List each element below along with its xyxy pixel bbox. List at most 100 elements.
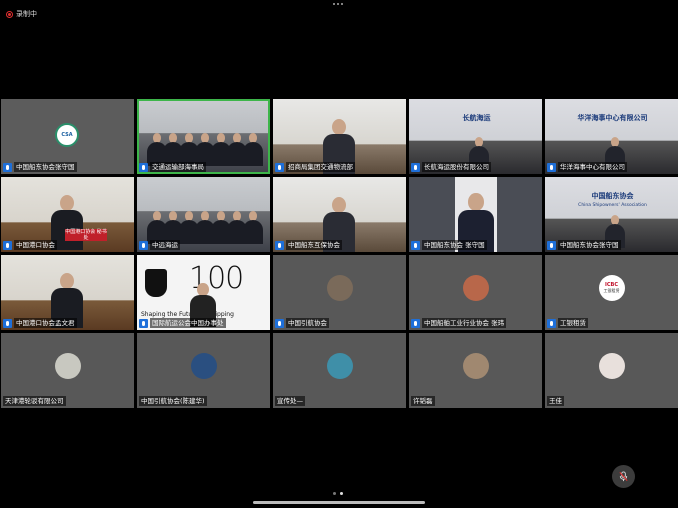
participant-tile[interactable]: 长航海运长航海运股份有限公司	[409, 99, 542, 174]
microphone-icon	[139, 162, 148, 172]
participant-name: 天津港轮驳有限公司	[3, 396, 66, 406]
microphone-icon	[547, 162, 556, 172]
participant-tile[interactable]: 中国引航协会(陈建华)	[137, 333, 270, 408]
participant-label: 招商局集团交通物流部	[275, 162, 355, 172]
participant-name: 王佳	[547, 396, 564, 406]
participant-name: 工银租赁	[558, 318, 588, 328]
participant-name: 交通运输部海事局	[150, 162, 206, 172]
microphone-icon	[275, 318, 284, 328]
participant-tile[interactable]: ICBC 工银租赁 工银租赁	[545, 255, 678, 330]
banner-text: 华洋海事中心有限公司	[577, 114, 648, 122]
csa-logo: CSA	[55, 123, 79, 147]
home-indicator	[253, 501, 425, 504]
microphone-icon	[547, 240, 556, 250]
more-dots-icon[interactable]	[333, 3, 343, 5]
microphone-icon	[411, 240, 420, 250]
participant-label: 中国港口协会孟文君	[3, 318, 77, 328]
participant-label: 王佳	[547, 396, 564, 406]
participant-name: 长航海运股份有限公司	[422, 162, 491, 172]
participant-label: 中远海运	[139, 240, 180, 250]
participant-label: 国际航运公会中国办事处	[139, 318, 226, 328]
participant-tile[interactable]: 中国船东协会 张守国	[409, 177, 542, 252]
participant-name: 中国港口协会孟文君	[14, 318, 77, 328]
participant-label: 天津港轮驳有限公司	[3, 396, 66, 406]
participant-name: 招商局集团交通物流部	[286, 162, 355, 172]
participant-name: 许韬磊	[411, 396, 435, 406]
participant-tile[interactable]: 中远海运	[137, 177, 270, 252]
banner-subtext: China Shipowners' Association	[578, 203, 647, 208]
participant-label: 中国船东协会 张守国	[411, 240, 487, 250]
participant-name: 中国船舶工业行业协会 张玮	[422, 318, 507, 328]
participant-tile[interactable]: 华洋海事中心有限公司 华洋海事中心有限公司	[545, 99, 678, 174]
participant-label: 长航海运股份有限公司	[411, 162, 491, 172]
participant-label: 中国引航协会	[275, 318, 329, 328]
participant-name: 中远海运	[150, 240, 180, 250]
page-indicator[interactable]	[333, 492, 343, 495]
participant-name: 中国船东互保协会	[286, 240, 342, 250]
icbc-logo: ICBC 工银租赁	[598, 275, 625, 301]
participant-label: 中国引航协会(陈建华)	[139, 396, 207, 406]
participant-tile[interactable]: 招商局集团交通物流部	[273, 99, 406, 174]
participant-tile[interactable]: 王佳	[545, 333, 678, 408]
participant-tile[interactable]: 许韬磊	[409, 333, 542, 408]
participant-name: 中国引航协会(陈建华)	[139, 396, 207, 406]
participant-tile[interactable]: 中国港口协会 秘书处 中国港口协会	[1, 177, 134, 252]
microphone-icon	[275, 240, 284, 250]
participant-name: 中国港口协会	[14, 240, 57, 250]
microphone-muted-icon	[619, 471, 628, 482]
participant-name: 中国船东协会张守国	[558, 240, 621, 250]
microphone-icon	[3, 318, 12, 328]
participant-avatar	[326, 275, 353, 301]
participant-avatar	[190, 353, 217, 379]
participant-label: 中国船东协会张守国	[3, 162, 77, 172]
desk-sign: 中国港口协会 秘书处	[65, 229, 107, 241]
participant-label: 宣传处—	[275, 396, 305, 406]
recording-indicator: 录制中	[6, 9, 37, 19]
participant-avatar	[462, 275, 489, 301]
participant-name: 中国船东协会 张守国	[422, 240, 487, 250]
microphone-icon	[547, 318, 556, 328]
participant-tile[interactable]: 100 Shaping the Future of Shipping 国际航运公会中…	[137, 255, 270, 330]
participant-tile[interactable]: 中国港口协会孟文君	[1, 255, 134, 330]
microphone-icon	[411, 318, 420, 328]
record-icon	[6, 10, 13, 18]
video-grid: CSA 中国船东协会张守国 交通运输部海事局 招商局集团交通物流部 长航海运长航海运股份…	[0, 99, 678, 409]
participant-label: 华洋海事中心有限公司	[547, 162, 627, 172]
participant-label: 中国船东互保协会	[275, 240, 342, 250]
participant-avatar	[462, 353, 489, 379]
participant-avatar	[54, 353, 81, 379]
participant-tile[interactable]: 中国船东互保协会	[273, 177, 406, 252]
banner-text: 长航海运	[462, 114, 491, 122]
participant-label: 交通运输部海事局	[139, 162, 206, 172]
participant-label: 中国船舶工业行业协会 张玮	[411, 318, 507, 328]
participant-tile[interactable]: 中国船舶工业行业协会 张玮	[409, 255, 542, 330]
participant-tile[interactable]: 宣传处—	[273, 333, 406, 408]
participant-tile[interactable]: 中国船东协会 China Shipowners' Association 中国船东协…	[545, 177, 678, 252]
participant-tile[interactable]: 中国引航协会	[273, 255, 406, 330]
participant-name: 华洋海事中心有限公司	[558, 162, 627, 172]
ship-icon	[145, 269, 167, 297]
participant-label: 中国港口协会	[3, 240, 57, 250]
mute-button[interactable]	[612, 465, 635, 488]
banner-text: 中国船东协会	[591, 192, 634, 200]
participant-name: 中国引航协会	[286, 318, 329, 328]
participant-tile[interactable]: CSA 中国船东协会张守国	[1, 99, 134, 174]
microphone-icon	[411, 162, 420, 172]
participant-label: 许韬磊	[411, 396, 435, 406]
microphone-icon	[139, 318, 148, 328]
icbc-subtext: 工银租赁	[603, 288, 620, 293]
participant-avatar	[326, 353, 353, 379]
ics-tagline: Shaping the Future of Shipping	[141, 311, 234, 318]
microphone-icon	[139, 240, 148, 250]
microphone-icon	[275, 162, 284, 172]
participant-tile[interactable]: 天津港轮驳有限公司	[1, 333, 134, 408]
participant-avatar	[598, 353, 625, 379]
participant-label: 工银租赁	[547, 318, 588, 328]
microphone-icon	[3, 162, 12, 172]
participant-tile[interactable]: 交通运输部海事局	[137, 99, 270, 174]
participant-name: 中国船东协会张守国	[14, 162, 77, 172]
participant-name: 宣传处—	[275, 396, 305, 406]
recording-label: 录制中	[16, 10, 37, 18]
participant-name: 国际航运公会中国办事处	[150, 318, 226, 328]
microphone-icon	[3, 240, 12, 250]
